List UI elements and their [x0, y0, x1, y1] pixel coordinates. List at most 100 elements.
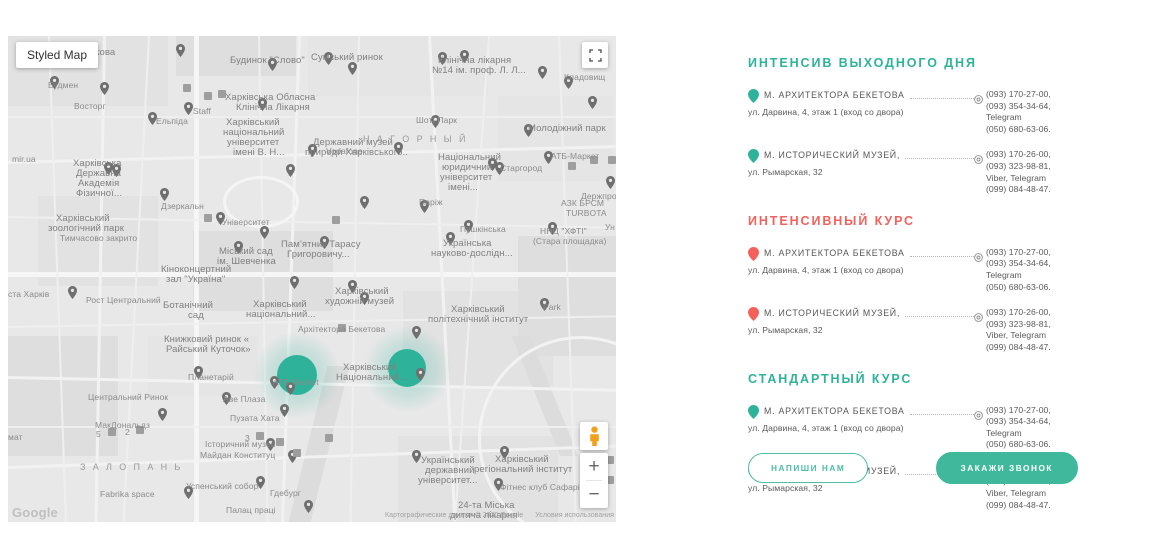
street-address: ул. Рымарская, 32	[748, 324, 974, 336]
map-poi-pin-icon[interactable]	[184, 102, 193, 115]
map-transit-icon[interactable]	[293, 449, 301, 457]
map-transit-icon[interactable]	[276, 438, 284, 446]
map-label: Майдан Конституц	[200, 450, 275, 460]
phone-number[interactable]: (099) 084-48-47.	[986, 184, 1051, 196]
map-label: mir.ua	[12, 154, 36, 164]
zoom-in-button[interactable]: +	[580, 453, 608, 480]
phone-number[interactable]: (099) 084-48-47.	[986, 500, 1051, 512]
map-poi-pin-icon[interactable]	[588, 96, 597, 109]
map-label: Будинок "Слово"	[230, 56, 305, 66]
map-label: Фізичної...	[76, 189, 122, 199]
map-transit-icon[interactable]	[332, 216, 340, 224]
fullscreen-icon[interactable]	[582, 42, 608, 68]
map-poi-pin-icon[interactable]	[606, 176, 615, 189]
map-poi-pin-icon[interactable]	[304, 500, 313, 513]
map-transit-icon[interactable]	[183, 84, 191, 92]
map-transit-icon[interactable]	[204, 92, 212, 100]
map-label: Н А Г О Р Н Ы Й	[363, 134, 468, 144]
map-poi-pin-icon[interactable]	[348, 62, 357, 75]
map-poi-pin-icon[interactable]	[412, 326, 421, 339]
contact-phones: (093) 170-26-00,(093) 323-98-81,Viber, T…	[974, 149, 1078, 195]
phone-number[interactable]: Telegram	[986, 112, 1051, 124]
leader-dots	[905, 149, 974, 159]
map-transit-icon[interactable]	[204, 214, 212, 222]
contact-entry: М. ИСТОРИЧЕСКИЙ МУЗЕЙ,ул. Рымарская, 32(…	[748, 307, 1078, 353]
phone-number[interactable]: Telegram	[986, 270, 1051, 282]
phone-number[interactable]: (093) 170-26-00,	[986, 307, 1051, 319]
phone-clock-icon	[974, 91, 983, 100]
map-label: Старгород	[500, 163, 542, 173]
map-label: зал "Україна"	[166, 275, 225, 285]
map-poi-pin-icon[interactable]	[160, 188, 169, 201]
street-address: ул. Дарвина, 4, этаж 1 (вход со двора)	[748, 106, 974, 118]
map-poi-pin-icon[interactable]	[412, 450, 421, 463]
map-pin-icon	[748, 89, 759, 103]
station-name: М. АРХИТЕКТОРА БЕКЕТОВА	[764, 247, 905, 259]
phone-number[interactable]: (050) 680-63-06.	[986, 124, 1051, 136]
phone-number[interactable]: (050) 680-63-06.	[986, 282, 1051, 294]
map-label: З А Л О П А Н Ь	[80, 462, 183, 472]
phone-number[interactable]: (050) 680-63-06.	[986, 439, 1051, 451]
phone-number[interactable]: (093) 354-34-64,	[986, 416, 1051, 428]
cta-button-row: НАПИШИ НАМ ЗАКАЖИ ЗВОНОК	[748, 452, 1078, 484]
station-row: М. АРХИТЕКТОРА БЕКЕТОВА	[748, 89, 974, 103]
zoom-controls[interactable]: + −	[580, 453, 608, 508]
map-label: №14 ім. проф. Л. Л...	[432, 66, 526, 76]
map-poi-pin-icon[interactable]	[538, 66, 547, 79]
map-pin-icon	[748, 149, 759, 163]
map-label: університет...	[418, 476, 478, 486]
phone-number[interactable]: (093) 170-26-00,	[986, 149, 1051, 161]
map-poi-pin-icon[interactable]	[176, 44, 185, 57]
map-label: Будмен	[48, 80, 78, 90]
section-title: СТАНДАРТНЫЙ КУРС	[748, 372, 1078, 386]
map-poi-pin-icon[interactable]	[280, 404, 289, 417]
phone-number[interactable]: Viber, Telegram	[986, 488, 1051, 500]
map-transit-icon[interactable]	[325, 434, 333, 442]
contact-location: М. АРХИТЕКТОРА БЕКЕТОВАул. Дарвина, 4, э…	[748, 405, 974, 451]
map-label: науково-дослідн...	[431, 249, 513, 259]
phone-number[interactable]: (093) 170-27-00,	[986, 405, 1051, 417]
map-canvas[interactable]: НауковаБудинок "Слово"Сумський ринокStaf…	[8, 36, 616, 522]
zoom-out-button[interactable]: −	[580, 481, 608, 508]
map-transit-icon[interactable]	[568, 162, 576, 170]
map-poi-pin-icon[interactable]	[100, 82, 109, 95]
contact-phones: (093) 170-27-00,(093) 354-34-64,Telegram…	[974, 405, 1078, 451]
write-us-button[interactable]: НАПИШИ НАМ	[748, 453, 868, 483]
phone-number[interactable]: (093) 323-98-81,	[986, 319, 1051, 331]
map-poi-pin-icon[interactable]	[158, 408, 167, 421]
phone-number[interactable]: (093) 170-27-00,	[986, 89, 1051, 101]
order-call-button[interactable]: ЗАКАЖИ ЗВОНОК	[936, 452, 1078, 484]
map-terms-link[interactable]: Условия использования	[535, 512, 614, 519]
phone-number[interactable]: Telegram	[986, 428, 1051, 440]
contact-phones: (093) 170-27-00,(093) 354-34-64,Telegram…	[974, 247, 1078, 293]
map-transit-icon[interactable]	[608, 156, 616, 164]
map-poi-pin-icon[interactable]	[360, 196, 369, 209]
map-label: Гдебург	[270, 488, 301, 498]
phone-number[interactable]: Viber, Telegram	[986, 330, 1051, 342]
map-label: Park	[543, 302, 561, 312]
map-copyright: Картографические данные © 2020 Google	[385, 512, 523, 519]
map-poi-pin-icon[interactable]	[286, 164, 295, 177]
map-label: Пузата Хата	[230, 413, 280, 423]
map-label: Планетарій	[188, 372, 234, 382]
map-marker-arkhitektora-beketova[interactable]	[277, 355, 317, 395]
phone-number[interactable]: Viber, Telegram	[986, 173, 1051, 185]
map-poi-pin-icon[interactable]	[260, 226, 269, 239]
map-label: Пушкінська	[460, 224, 506, 234]
phone-number[interactable]: (093) 354-34-64,	[986, 101, 1051, 113]
street-view-pegman-icon[interactable]	[580, 422, 608, 450]
phone-number[interactable]: (093) 170-27-00,	[986, 247, 1051, 259]
station-row: М. ИСТОРИЧЕСКИЙ МУЗЕЙ,	[748, 149, 974, 163]
phone-number[interactable]: (093) 354-34-64,	[986, 258, 1051, 270]
map-container[interactable]: НауковаБудинок "Слово"Сумський ринокStaf…	[8, 36, 616, 522]
map-label: МакДональдз	[95, 420, 150, 430]
styled-map-control[interactable]: Styled Map	[16, 42, 98, 68]
map-label: регіональний інститут	[474, 465, 572, 475]
map-label: Палац праці	[226, 505, 276, 515]
map-poi-pin-icon[interactable]	[68, 286, 77, 299]
map-poi-pin-icon[interactable]	[416, 368, 425, 381]
map-poi-pin-icon[interactable]	[290, 276, 299, 289]
phone-number[interactable]: (099) 084-48-47.	[986, 342, 1051, 354]
map-label: Центральний Ринок	[88, 392, 168, 402]
phone-number[interactable]: (093) 323-98-81,	[986, 161, 1051, 173]
